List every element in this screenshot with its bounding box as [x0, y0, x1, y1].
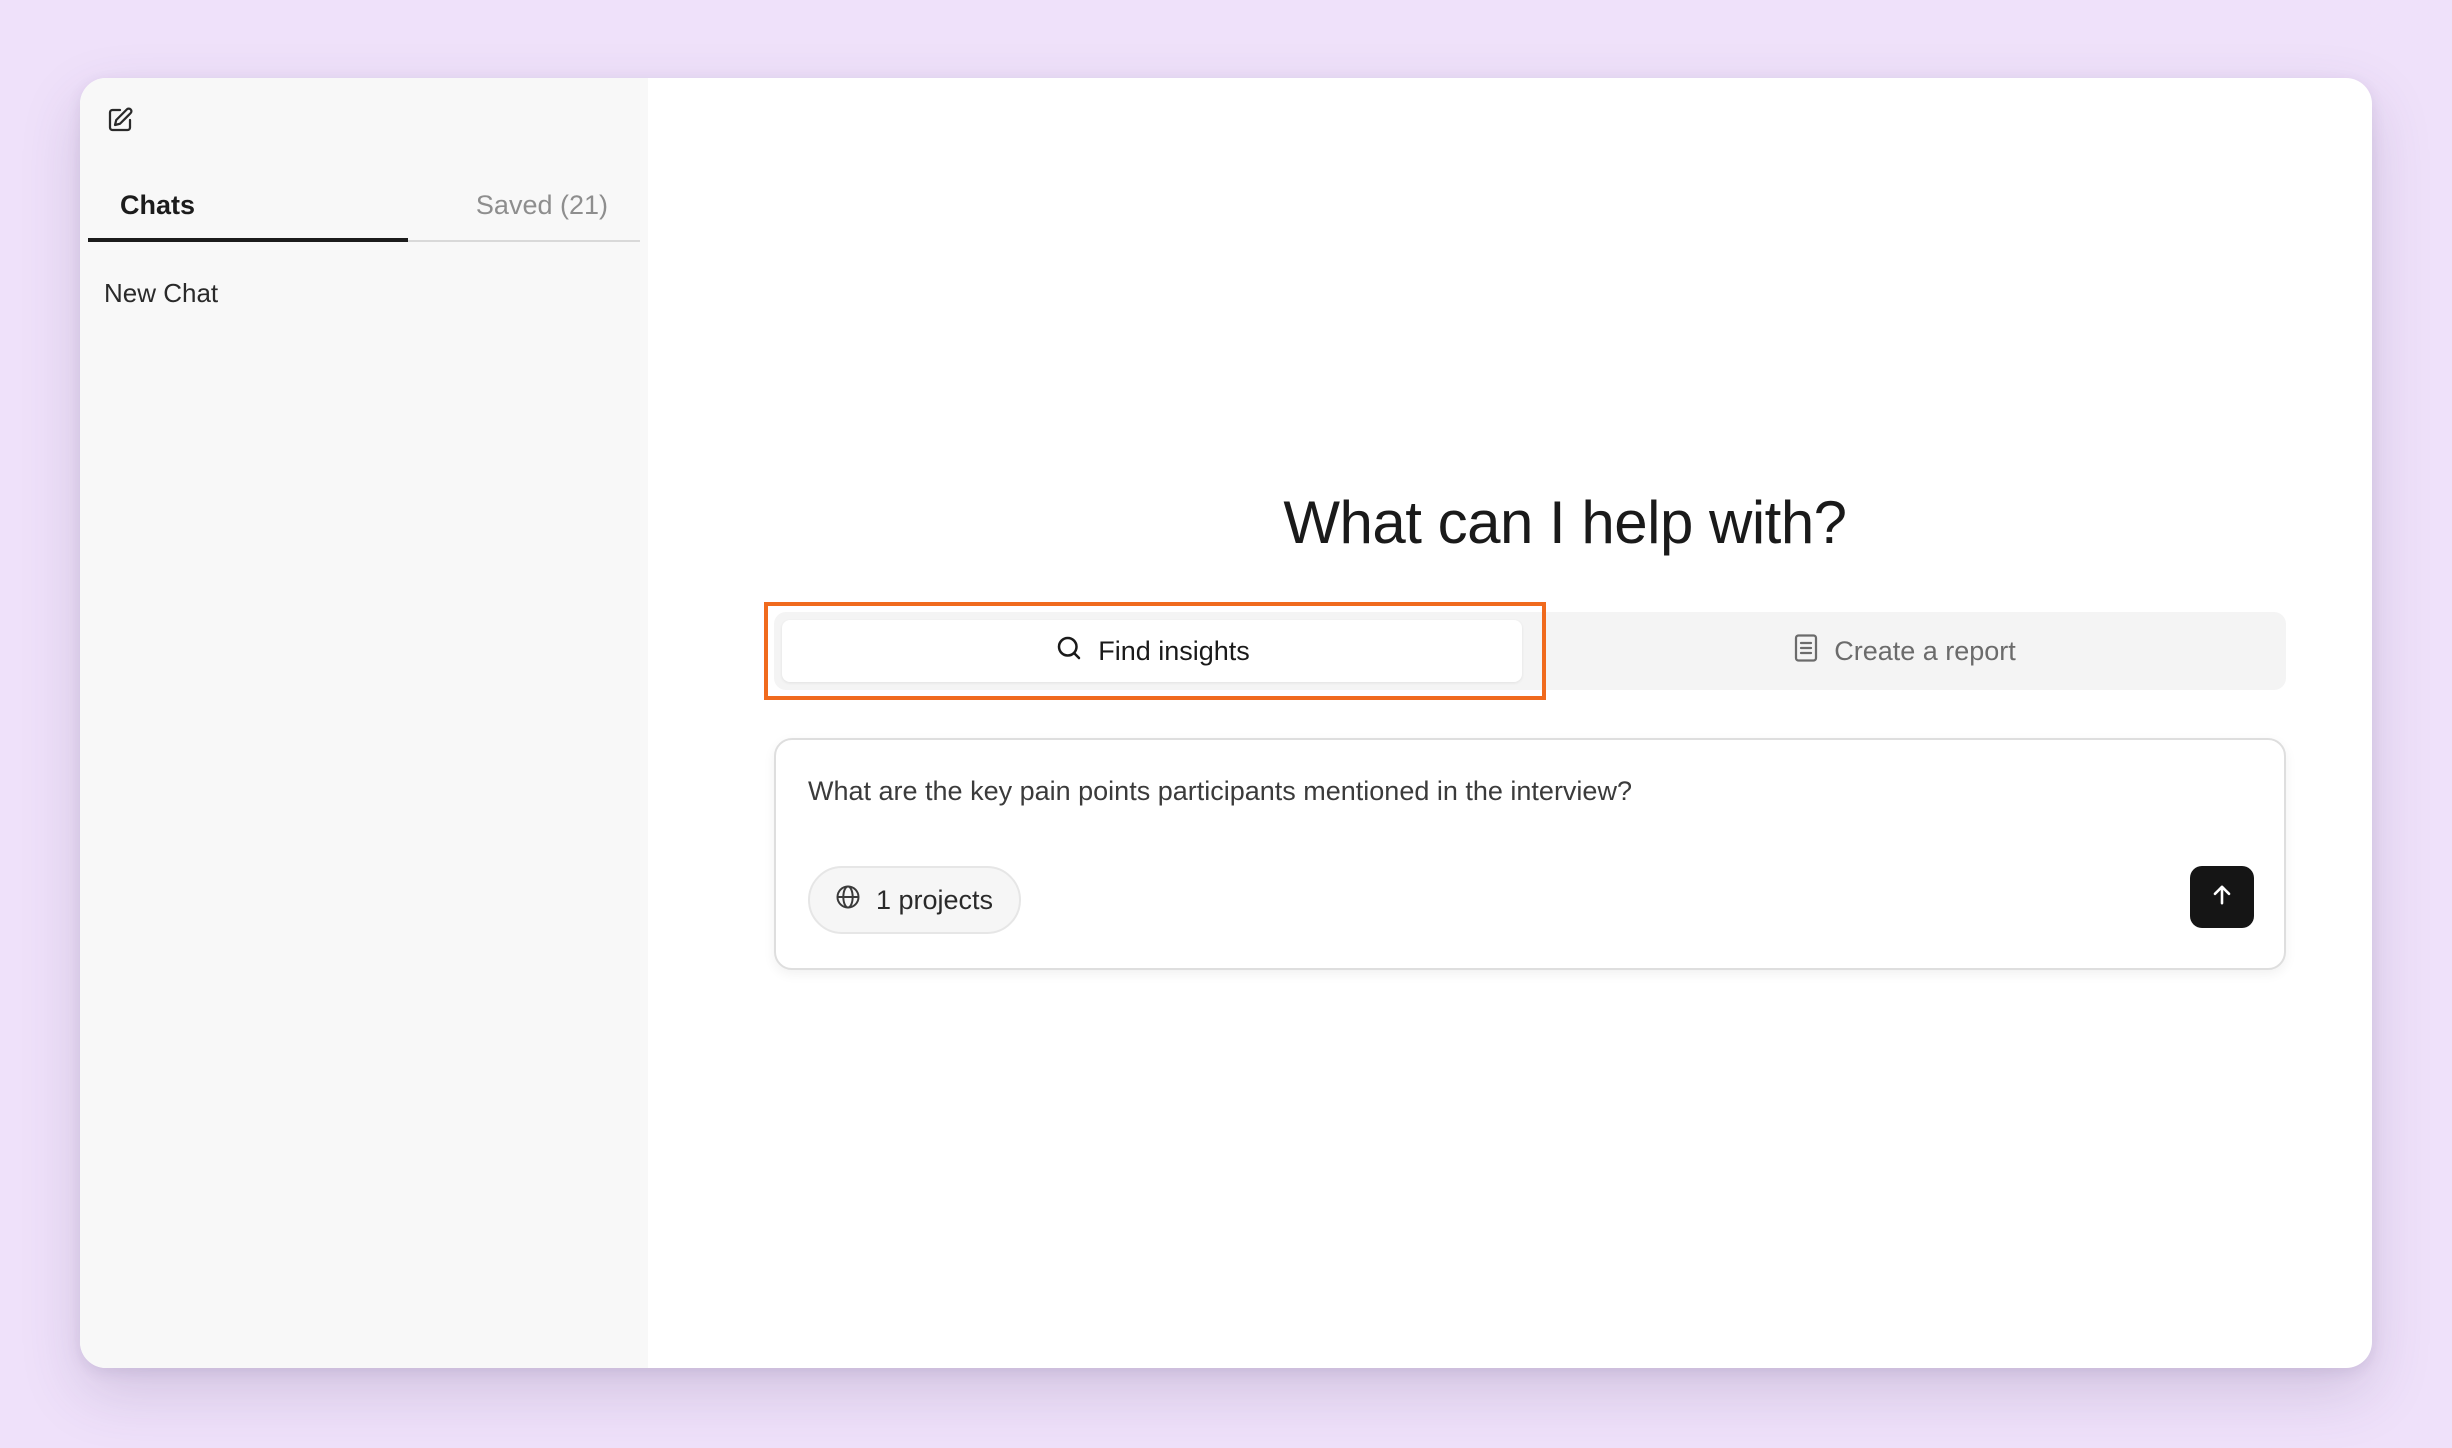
- app-window: Chats Saved (21) New Chat What can I hel…: [80, 78, 2372, 1368]
- tab-chats-label: Chats: [120, 190, 196, 220]
- create-report-label: Create a report: [1834, 635, 2016, 666]
- search-icon: [1054, 633, 1084, 670]
- arrow-up-icon: [2208, 881, 2236, 914]
- projects-chip[interactable]: 1 projects: [808, 866, 1022, 934]
- send-button[interactable]: [2190, 866, 2254, 928]
- tab-chats[interactable]: Chats: [88, 78, 408, 242]
- prompt-composer: 1 projects: [774, 738, 2286, 970]
- tab-saved-label: Saved (21): [475, 190, 608, 220]
- sidebar-tabs: Chats Saved (21): [88, 78, 640, 242]
- main-panel: What can I help with? Find insights Crea…: [648, 78, 2372, 1368]
- chat-list-item[interactable]: New Chat: [104, 278, 218, 309]
- tab-saved[interactable]: Saved (21): [408, 78, 640, 240]
- document-icon: [1792, 633, 1820, 670]
- find-insights-label: Find insights: [1098, 635, 1250, 666]
- mode-toggle: Find insights Create a report: [774, 612, 2286, 690]
- page-title: What can I help with?: [1283, 489, 1847, 556]
- prompt-input[interactable]: [808, 776, 2108, 807]
- sidebar: Chats Saved (21) New Chat: [80, 78, 648, 1368]
- find-insights-button[interactable]: Find insights: [782, 620, 1522, 682]
- create-report-button[interactable]: Create a report: [1530, 620, 2278, 682]
- globe-icon: [834, 883, 862, 918]
- projects-chip-label: 1 projects: [876, 884, 994, 915]
